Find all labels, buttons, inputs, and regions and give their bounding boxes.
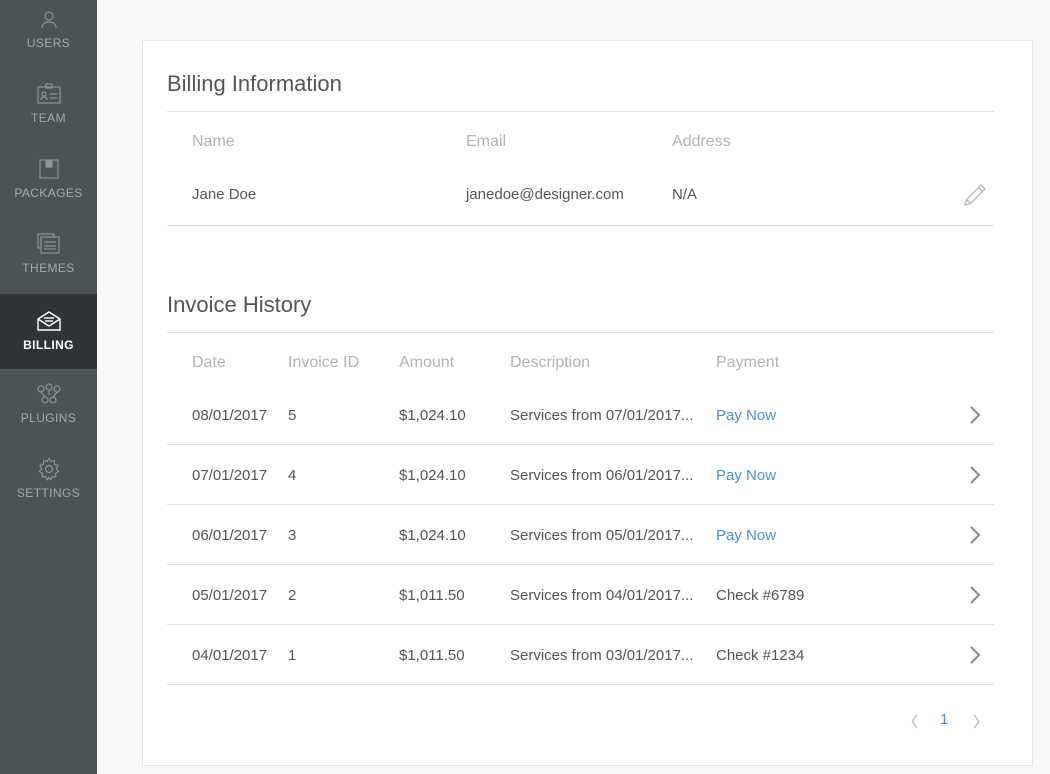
billing-name: Jane Doe [192,186,257,203]
sidebar-item-packages[interactable]: PACKAGES [0,150,97,225]
column-header-email: Email [466,133,507,150]
column-header-address: Address [672,133,731,150]
divider [167,225,994,226]
pagination-next[interactable]: 〉 [973,711,988,732]
pay-now-link[interactable]: Pay Now [716,407,776,424]
user-icon [36,6,62,32]
column-header-description: Description [510,354,591,371]
sidebar-item-themes[interactable]: THEMES [0,225,97,300]
invoice-amount: $1,011.50 [399,647,465,664]
sidebar-item-label: BILLING [23,338,74,352]
sidebar-item-label: SETTINGS [16,486,81,500]
pagination-page[interactable]: 1 [940,711,948,728]
invoice-date: 08/01/2017 [192,407,268,424]
pencil-icon [964,184,986,206]
edit-billing-button[interactable] [961,181,989,209]
sidebar-item-plugins[interactable]: PLUGINS [0,375,97,450]
chevron-right-icon[interactable] [967,645,983,665]
invoice-description: Services from 04/01/2017... [510,587,694,604]
invoice-description: Services from 06/01/2017... [510,467,694,484]
payment-check: Check #6789 [716,587,805,604]
invoice-amount: $1,011.50 [399,587,465,604]
invoice-amount: $1,024.10 [399,527,466,544]
payment-check: Check #1234 [716,647,805,664]
id-card-icon [36,81,62,107]
column-header-payment: Payment [716,354,780,371]
column-header-name: Name [192,133,235,150]
invoice-amount: $1,024.10 [399,467,466,484]
divider [167,444,994,445]
column-header-amount: Amount [399,354,455,371]
sidebar-item-label: PLUGINS [20,411,77,425]
billing-card: Billing Information Name Email Address J… [142,40,1033,766]
chevron-right-icon[interactable] [967,585,983,605]
divider [167,332,994,333]
gear-icon [36,456,62,482]
invoice-id: 2 [288,587,297,604]
invoice-history-title: Invoice History [167,292,312,317]
invoice-description: Services from 07/01/2017... [510,407,694,424]
plugins-icon [36,381,62,407]
billing-address: N/A [672,186,698,203]
package-icon [36,156,62,182]
pay-now-link[interactable]: Pay Now [716,527,776,544]
themes-icon [36,231,62,257]
invoice-id: 3 [288,527,297,544]
invoice-description: Services from 05/01/2017... [510,527,694,544]
divider [167,504,994,505]
invoice-id: 5 [288,407,297,424]
invoice-date: 04/01/2017 [192,647,268,664]
sidebar-item-label: THEMES [22,261,75,275]
divider [167,684,994,685]
chevron-right-icon[interactable] [967,525,983,545]
pagination-prev[interactable]: 〈 [903,711,918,732]
invoice-date: 05/01/2017 [192,587,268,604]
invoice-description: Services from 03/01/2017... [510,647,694,664]
pay-now-link[interactable]: Pay Now [716,467,776,484]
sidebar: USERS TEAM PACKAGES THEMES BILLING PLUGI… [0,0,97,774]
invoice-date: 07/01/2017 [192,467,268,484]
invoice-amount: $1,024.10 [399,407,466,424]
invoice-id: 4 [288,467,297,484]
sidebar-item-label: USERS [26,36,71,50]
divider [167,111,994,112]
sidebar-item-billing[interactable]: BILLING [0,294,97,369]
column-header-date: Date [192,354,226,371]
divider [167,624,994,625]
sidebar-item-settings[interactable]: SETTINGS [0,450,97,525]
column-header-invoice-id: Invoice ID [288,354,360,371]
chevron-right-icon[interactable] [967,405,983,425]
sidebar-item-users[interactable]: USERS [0,0,97,75]
billing-email: janedoe@designer.com [466,186,624,203]
billing-info-title: Billing Information [167,71,342,96]
invoice-id: 1 [288,647,297,664]
sidebar-item-label: TEAM [31,111,66,125]
divider [167,564,994,565]
sidebar-item-label: PACKAGES [14,186,83,200]
chevron-right-icon[interactable] [967,465,983,485]
envelope-icon [36,308,62,334]
invoice-date: 06/01/2017 [192,527,268,544]
sidebar-item-team[interactable]: TEAM [0,75,97,150]
